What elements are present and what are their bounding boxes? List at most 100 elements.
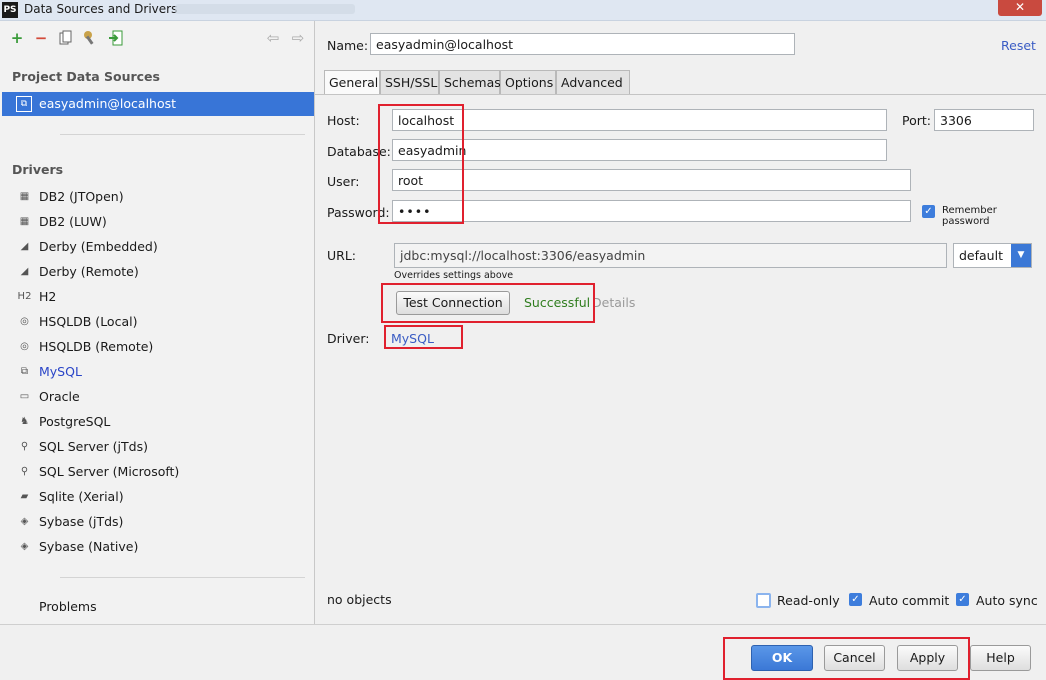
- highlight-box-dialog-buttons: [723, 637, 970, 680]
- password-input[interactable]: ••••: [392, 200, 911, 222]
- remember-password-label: Remember password: [942, 205, 997, 227]
- driver-item-label: Sqlite (Xerial): [39, 489, 124, 504]
- hsqldb-icon: ◎: [20, 316, 29, 327]
- read-only-label: Read-only: [777, 593, 840, 608]
- driver-item[interactable]: ◈ Sybase (Native): [0, 535, 300, 560]
- name-input[interactable]: easyadmin@localhost: [370, 33, 795, 55]
- auto-sync-label: Auto sync: [976, 593, 1038, 608]
- name-label: Name:: [327, 38, 369, 53]
- highlight-box-driver: [384, 325, 463, 349]
- drivers-title: Drivers: [12, 162, 64, 177]
- driver-item-label: SQL Server (Microsoft): [39, 464, 180, 479]
- driver-item[interactable]: ♞ PostgreSQL: [0, 410, 300, 435]
- derby-hat-icon: ◢: [20, 241, 29, 252]
- import-button[interactable]: [107, 29, 125, 47]
- problems-item[interactable]: Problems: [39, 599, 97, 614]
- divider: [60, 577, 305, 578]
- driver-item[interactable]: ▭ Oracle: [0, 385, 300, 410]
- driver-item[interactable]: ◈ Sybase (jTds): [0, 510, 300, 535]
- driver-settings-button[interactable]: [82, 29, 100, 47]
- tab-options[interactable]: Options: [500, 70, 556, 94]
- driver-item[interactable]: ◢ Derby (Embedded): [0, 235, 300, 260]
- auto-commit-label: Auto commit: [869, 593, 950, 608]
- host-input[interactable]: localhost: [392, 109, 887, 131]
- add-datasource-button[interactable]: +: [8, 29, 26, 47]
- mysql-icon: ⧉: [20, 366, 29, 377]
- datasource-item-easyadmin[interactable]: ⧉ easyadmin@localhost: [2, 92, 314, 116]
- forward-button[interactable]: ⇨: [289, 29, 307, 47]
- driver-item[interactable]: ▰ Sqlite (Xerial): [0, 485, 300, 510]
- arrow-right-icon: ⇨: [291, 29, 305, 47]
- sqlite-icon: ▰: [20, 491, 29, 502]
- remember-password-checkbox[interactable]: ✓: [922, 205, 935, 218]
- highlight-box-test-connection: [381, 283, 595, 323]
- add-icon: +: [10, 29, 24, 47]
- driver-item-label: PostgreSQL: [39, 414, 111, 429]
- reset-link[interactable]: Reset: [1001, 38, 1036, 53]
- tab-general[interactable]: General: [324, 70, 380, 94]
- postgresql-icon: ♞: [20, 416, 29, 427]
- copy-icon: [59, 30, 72, 45]
- driver-item[interactable]: ⚲ SQL Server (jTds): [0, 435, 300, 460]
- h2-icon: H2: [17, 291, 32, 302]
- driver-item-label: HSQLDB (Remote): [39, 339, 154, 354]
- dialog-footer: OK Cancel Apply Help: [0, 624, 1046, 680]
- url-label: URL:: [327, 248, 357, 263]
- driver-item-label: Sybase (jTds): [39, 514, 124, 529]
- driver-item-label: Derby (Remote): [39, 264, 139, 279]
- tab-schemas[interactable]: Schemas: [439, 70, 501, 94]
- user-input[interactable]: root: [392, 169, 911, 191]
- driver-item[interactable]: ⧉ MySQL: [0, 360, 300, 385]
- driver-item[interactable]: ⚲ SQL Server (Microsoft): [0, 460, 300, 485]
- driver-label: Driver:: [327, 331, 370, 346]
- no-objects-text: no objects: [327, 592, 392, 607]
- driver-item[interactable]: ◎ HSQLDB (Local): [0, 310, 300, 335]
- database-input[interactable]: easyadmin: [392, 139, 887, 161]
- datasource-label: easyadmin@localhost: [39, 96, 177, 111]
- help-button[interactable]: Help: [970, 645, 1031, 671]
- driver-item[interactable]: ▦ DB2 (LUW): [0, 210, 300, 235]
- driver-item[interactable]: ▦ DB2 (JTOpen): [0, 185, 300, 210]
- import-icon: [109, 30, 123, 46]
- driver-item-label: SQL Server (jTds): [39, 439, 148, 454]
- driver-item-label: Derby (Embedded): [39, 239, 158, 254]
- url-hint-text: Overrides settings above: [394, 270, 514, 281]
- driver-item-label: Oracle: [39, 389, 80, 404]
- arrow-left-icon: ⇦: [266, 29, 280, 47]
- project-data-sources-title: Project Data Sources: [12, 69, 160, 84]
- user-label: User:: [327, 174, 360, 189]
- tab-ssh-ssl[interactable]: SSH/SSL: [380, 70, 439, 94]
- tab-advanced[interactable]: Advanced: [556, 70, 630, 94]
- driver-item[interactable]: H2 H2: [0, 285, 300, 310]
- read-only-checkbox[interactable]: [756, 593, 771, 608]
- sidebar: + − ⇦ ⇨ Project Data Sources ⧉ easyadmin…: [0, 21, 315, 624]
- driver-item[interactable]: ◢ Derby (Remote): [0, 260, 300, 285]
- background-menu-bar: [175, 4, 355, 14]
- remove-datasource-button[interactable]: −: [32, 29, 50, 47]
- port-input[interactable]: 3306: [934, 109, 1034, 131]
- drivers-list: ▦ DB2 (JTOpen) ▦ DB2 (LUW) ◢ Derby (Embedded)…: [0, 185, 314, 565]
- auto-sync-checkbox[interactable]: ✓: [956, 593, 969, 606]
- driver-item-label: HSQLDB (Local): [39, 314, 138, 329]
- url-mode-value: default: [959, 248, 1003, 263]
- back-button[interactable]: ⇦: [264, 29, 282, 47]
- driver-item[interactable]: ◎ HSQLDB (Remote): [0, 335, 300, 360]
- sqlserver-icon: ⚲: [20, 466, 29, 477]
- wrench-icon: [84, 31, 94, 45]
- duplicate-button[interactable]: [57, 29, 75, 47]
- general-tab-panel: Host: localhost Port: 3306 Database: eas…: [315, 94, 1046, 625]
- url-mode-select[interactable]: default ▼: [953, 243, 1032, 268]
- db2-icon: ▦: [19, 191, 30, 202]
- details-link[interactable]: Details: [592, 295, 635, 310]
- close-window-button[interactable]: ✕: [998, 0, 1042, 16]
- phpstorm-app-icon: PS: [2, 2, 18, 18]
- highlight-box-connection-fields: [378, 104, 464, 224]
- hsqldb-icon: ◎: [20, 341, 29, 352]
- db2-icon: ▦: [19, 216, 30, 227]
- driver-item-label: DB2 (JTOpen): [39, 189, 124, 204]
- sybase-icon: ◈: [20, 541, 29, 552]
- url-input[interactable]: jdbc:mysql://localhost:3306/easyadmin: [394, 243, 947, 268]
- window-title: Data Sources and Drivers: [24, 2, 178, 16]
- chevron-down-icon: ▼: [1011, 244, 1031, 267]
- auto-commit-checkbox[interactable]: ✓: [849, 593, 862, 606]
